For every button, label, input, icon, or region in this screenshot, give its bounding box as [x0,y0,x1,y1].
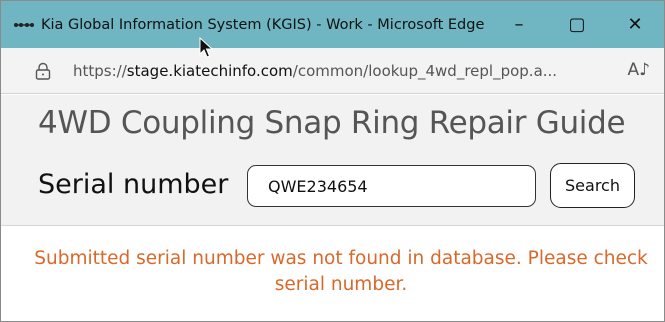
url-host: stage.kiatechinfo.com [126,61,293,80]
close-button[interactable]: ✕ [606,1,664,48]
url-path: /common/lookup_4wd_repl_pop.a... [292,61,558,80]
window-title: Kia Global Information System (KGIS) - W… [41,16,485,33]
maximize-button[interactable]: ▢ [548,1,606,48]
app-icon [13,19,35,31]
page-title: 4WD Coupling Snap Ring Repair Guide [38,105,626,141]
url-text[interactable]: https://stage.kiatechinfo.com/common/loo… [73,62,557,80]
read-aloud-icon[interactable]: A♪ [628,60,650,80]
serial-number-input[interactable] [247,165,536,207]
url-scheme: https:// [73,61,127,80]
window-controls: – ▢ ✕ [490,1,664,48]
address-bar[interactable]: https://stage.kiatechinfo.com/common/loo… [1,48,664,94]
minimize-button[interactable]: – [490,1,548,48]
title-bar[interactable]: Kia Global Information System (KGIS) - W… [1,1,664,48]
lock-icon[interactable] [35,62,51,80]
serial-number-label: Serial number [38,169,229,200]
page-content: 4WD Coupling Snap Ring Repair Guide Seri… [1,95,664,321]
search-panel: 4WD Coupling Snap Ring Repair Guide Seri… [1,95,664,226]
search-button[interactable]: Search [550,163,635,208]
browser-window: Kia Global Information System (KGIS) - W… [0,0,665,322]
mouse-cursor-icon [199,37,213,58]
error-message: Submitted serial number was not found in… [34,248,648,295]
